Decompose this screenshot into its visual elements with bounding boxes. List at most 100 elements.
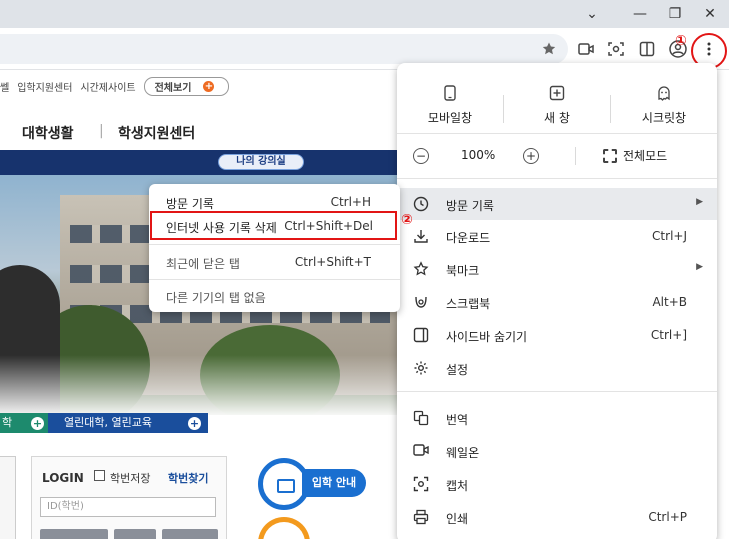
- fullscreen-label: 전체모드: [623, 149, 668, 163]
- new-window-icon: [549, 85, 565, 101]
- divider: [397, 391, 717, 392]
- login-option-button[interactable]: [162, 529, 218, 539]
- menu-item-whale-on[interactable]: 웨일온: [397, 435, 717, 467]
- menu-item-print[interactable]: 인쇄 Ctrl+P: [397, 501, 717, 533]
- menu-item-scrapbook[interactable]: 스크랩북 Alt+B: [397, 286, 717, 318]
- menu-item-settings[interactable]: 설정: [397, 352, 717, 384]
- print-icon: [413, 509, 429, 525]
- zoom-out-button[interactable]: −: [413, 148, 429, 164]
- close-icon: ✕: [704, 6, 716, 22]
- fullscreen-icon: [603, 148, 617, 163]
- login-option-button[interactable]: [114, 529, 156, 539]
- tab-list-button[interactable]: ⌄: [575, 2, 609, 26]
- whale-on-icon: [413, 443, 429, 459]
- fullscreen-button[interactable]: 전체모드: [603, 147, 667, 164]
- minimize-button[interactable]: —: [623, 2, 657, 26]
- menu-item-label: 방문 기록: [446, 199, 494, 213]
- all-view-label: 전체보기: [154, 82, 192, 94]
- cast-icon[interactable]: [575, 38, 597, 60]
- menu-item-bookmarks[interactable]: 북마크 ▶: [397, 253, 717, 285]
- menu-item-label: 웨일온: [446, 446, 480, 460]
- divider: [149, 244, 400, 245]
- remember-checkbox[interactable]: [94, 470, 105, 481]
- plus-icon: +: [203, 80, 215, 92]
- star-icon: [413, 261, 429, 277]
- menu-item-downloads[interactable]: 다운로드 Ctrl+J: [397, 220, 717, 252]
- top-link-1[interactable]: 쎌: [0, 79, 9, 94]
- nav-campus-life[interactable]: 대학생활: [22, 123, 74, 143]
- marker-two: ②: [401, 212, 413, 228]
- submenu-item-label: 최근에 닫은 탭: [166, 257, 240, 271]
- menu-item-label: 다운로드: [446, 231, 491, 245]
- menu-item-label: 번역: [446, 413, 469, 427]
- title-bar: ⌄ — ❐ ✕: [0, 0, 729, 28]
- mobile-icon: [442, 85, 458, 101]
- incognito-window-button[interactable]: 시크릿창: [611, 73, 717, 133]
- id-input[interactable]: ID(학번): [40, 497, 216, 517]
- top-link-admission-center[interactable]: 입학지원센터: [17, 79, 72, 94]
- new-window-button[interactable]: 새 창: [504, 73, 610, 133]
- my-lecture-button[interactable]: 나의 강의실: [218, 154, 304, 170]
- photo-fade: [0, 355, 400, 415]
- close-button[interactable]: ✕: [693, 2, 727, 26]
- split-view-icon[interactable]: [636, 38, 658, 60]
- history-submenu: 방문 기록 Ctrl+H 인터넷 사용 기록 삭제 Ctrl+Shift+Del…: [149, 184, 400, 312]
- menu-item-translate[interactable]: 번역: [397, 402, 717, 434]
- top-link-part-time-site[interactable]: 시간제사이트: [80, 79, 135, 94]
- banner-tab-green[interactable]: 학 +: [0, 413, 48, 433]
- browser-menu: 모바일창 새 창 시크릿창 − 100% + 전체모드 방문 기록 ▶ 다운로드…: [397, 63, 717, 539]
- zoom-row: − 100% + 전체모드: [397, 140, 717, 172]
- menu-item-label: 북마크: [446, 264, 480, 278]
- submenu-item-shortcut: Ctrl+Shift+T: [294, 255, 371, 269]
- translate-icon: [413, 410, 429, 426]
- menu-item-shortcut: Alt+B: [652, 295, 687, 309]
- plus-icon: +: [188, 417, 201, 430]
- menu-item-shortcut: Ctrl+P: [648, 510, 687, 524]
- submenu-item-label: 방문 기록: [166, 197, 214, 211]
- mobile-window-label: 모바일창: [427, 111, 473, 125]
- chevron-right-icon: ▶: [696, 197, 703, 207]
- history-icon: [413, 196, 429, 212]
- chevron-right-icon: ▶: [696, 262, 703, 272]
- address-bar[interactable]: [0, 34, 568, 64]
- zoom-in-button[interactable]: +: [523, 148, 539, 164]
- banner-tabs: 학 + 열린대학, 열린교육 +: [0, 413, 208, 433]
- banner-tab-green-label: 학: [2, 416, 13, 429]
- nav-separator: |: [99, 123, 104, 139]
- chevron-down-icon: ⌄: [586, 6, 598, 22]
- left-panel: [0, 456, 16, 539]
- bookmark-star-icon[interactable]: [538, 38, 560, 60]
- incognito-icon: [656, 85, 672, 101]
- capture-icon: [413, 476, 429, 492]
- secondary-guide-button[interactable]: [258, 517, 310, 539]
- menu-item-history[interactable]: 방문 기록 ▶: [397, 188, 717, 220]
- banner-tab-blue-label: 열린대학, 열린교육: [64, 416, 152, 429]
- login-box: LOGIN 학번저장 학번찾기 ID(학번): [31, 456, 227, 539]
- menu-item-capture[interactable]: 캡처: [397, 468, 717, 500]
- all-view-button[interactable]: 전체보기 +: [143, 76, 230, 96]
- top-links: 쎌 입학지원센터 시간제사이트 전체보기 +: [0, 76, 237, 96]
- nav-bar: [0, 150, 400, 175]
- admission-guide-button[interactable]: 입학 안내: [258, 458, 366, 510]
- scrapbook-icon: [413, 294, 429, 310]
- find-id-link[interactable]: 학번찾기: [168, 470, 208, 486]
- gear-icon: [413, 360, 429, 376]
- banner-tab-open-university[interactable]: 열린대학, 열린교육 +: [48, 413, 208, 433]
- nav-student-support[interactable]: 학생지원센터: [118, 123, 195, 143]
- new-window-label: 새 창: [544, 111, 570, 125]
- submenu-item-label: 다른 기기의 탭 없음: [166, 291, 266, 305]
- menu-item-label: 설정: [446, 363, 469, 377]
- incognito-window-label: 시크릿창: [641, 111, 687, 125]
- menu-item-label: 인쇄: [446, 512, 469, 526]
- mobile-window-button[interactable]: 모바일창: [397, 73, 503, 133]
- admission-label: 입학 안내: [302, 469, 366, 497]
- screenshot-icon[interactable]: [605, 38, 627, 60]
- submenu-item-recently-closed[interactable]: 최근에 닫은 탭 Ctrl+Shift+T: [149, 250, 400, 274]
- menu-item-hide-sidebar[interactable]: 사이드바 숨기기 Ctrl+]: [397, 319, 717, 351]
- login-option-button[interactable]: [40, 529, 108, 539]
- minimize-icon: —: [633, 6, 647, 22]
- marker-one: ①: [675, 33, 687, 49]
- login-title: LOGIN: [42, 471, 84, 485]
- restore-button[interactable]: ❐: [658, 2, 692, 26]
- divider: [397, 178, 717, 179]
